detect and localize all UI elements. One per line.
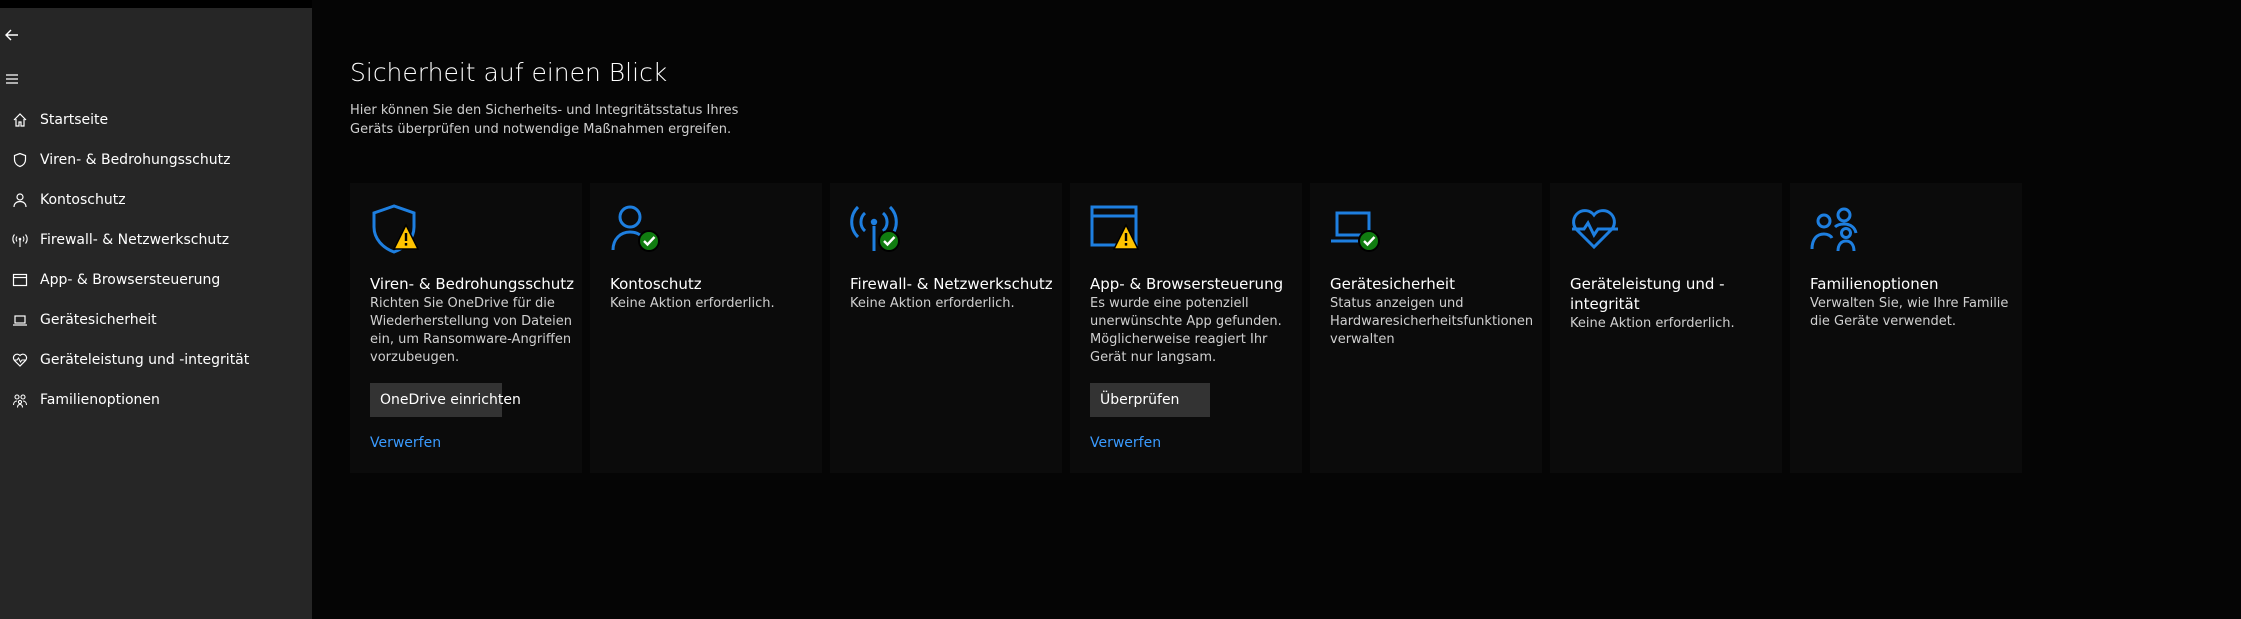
card-title: Gerätesicherheit	[1330, 275, 1455, 293]
sidebar-item-startseite[interactable]: Startseite	[0, 100, 312, 140]
card-title: Kontoschutz	[610, 275, 702, 293]
antenna-check-icon	[850, 205, 900, 252]
card-title: Geräteleistung und -integrität	[1570, 275, 1725, 313]
shield-icon	[0, 140, 40, 180]
sidebar-item-viren[interactable]: Viren- & Bedrohungsschutz	[0, 140, 312, 180]
app-window-icon	[0, 260, 40, 300]
ueberpruefen-button[interactable]: Überprüfen	[1090, 383, 1210, 417]
hamburger-icon	[6, 74, 18, 84]
card-text: Es wurde eine potenziell unerwünschte Ap…	[1090, 296, 1282, 365]
card-app-browsersteuerung: App- & Browsersteuerung Es wurde eine po…	[1070, 183, 1302, 473]
sidebar-item-label: Startseite	[40, 112, 109, 128]
card-viren-bedrohungsschutz: Viren- & Bedrohungsschutz Richten Sie On…	[350, 183, 582, 473]
sidebar-item-label: Gerätesicherheit	[40, 312, 157, 328]
sidebar-item-label: Familienoptionen	[40, 392, 160, 408]
sidebar-item-kontoschutz[interactable]: Kontoschutz	[0, 180, 312, 220]
card-title: App- & Browsersteuerung	[1090, 275, 1284, 293]
sidebar-item-label: Viren- & Bedrohungsschutz	[40, 152, 231, 168]
arrow-left-icon	[5, 29, 18, 41]
sidebar: Startseite Viren- & Bedrohungsschutz Kon…	[0, 8, 312, 619]
card-title: Firewall- & Netzwerkschutz	[850, 275, 1053, 293]
sidebar-item-firewall[interactable]: Firewall- & Netzwerkschutz	[0, 220, 312, 260]
shield-warning-icon	[372, 204, 420, 254]
home-icon	[0, 100, 40, 140]
verwerfen-link[interactable]: Verwerfen	[370, 435, 441, 451]
card-firewall-netzwerkschutz: Firewall- & Netzwerkschutz Keine Aktion …	[830, 183, 1062, 473]
sidebar-item-label: Firewall- & Netzwerkschutz	[40, 232, 230, 248]
sidebar-item-geraeteleistung[interactable]: Geräteleistung und -integrität	[0, 340, 312, 380]
page-description: Hier können Sie den Sicherheits- und Int…	[350, 103, 739, 137]
title-bar-strip	[0, 0, 312, 8]
card-text: Keine Aktion erforderlich.	[1570, 316, 1735, 331]
laptop-check-icon	[1331, 211, 1380, 252]
card-text: Verwalten Sie, wie Ihre Familie die Gerä…	[1810, 296, 2009, 329]
heart-pulse-icon	[1572, 209, 1618, 250]
person-check-icon	[611, 205, 660, 252]
sidebar-item-app-browser[interactable]: App- & Browsersteuerung	[0, 260, 312, 300]
laptop-icon	[0, 300, 40, 340]
antenna-icon	[0, 220, 40, 260]
main-content: Sicherheit auf einen Blick Hier können S…	[312, 0, 2241, 619]
verwerfen-link[interactable]: Verwerfen	[1090, 435, 1161, 451]
card-kontoschutz: Kontoschutz Keine Aktion erforderlich.	[590, 183, 822, 473]
card-text: Keine Aktion erforderlich.	[610, 296, 775, 311]
heart-pulse-icon	[0, 340, 40, 380]
sidebar-item-label: Geräteleistung und -integrität	[40, 352, 250, 368]
page-title: Sicherheit auf einen Blick	[350, 58, 668, 87]
back-button[interactable]	[0, 23, 24, 47]
sidebar-item-geraetesicherheit[interactable]: Gerätesicherheit	[0, 300, 312, 340]
sidebar-item-familienoptionen[interactable]: Familienoptionen	[0, 380, 312, 420]
family-icon	[0, 380, 40, 420]
person-icon	[0, 180, 40, 220]
sidebar-item-label: App- & Browsersteuerung	[40, 272, 221, 288]
card-familienoptionen: Familienoptionen Verwalten Sie, wie Ihre…	[1790, 183, 2022, 473]
menu-button[interactable]	[0, 67, 24, 91]
app-window-warning-icon	[1090, 205, 1140, 250]
onedrive-einrichten-button[interactable]: OneDrive einrichten	[370, 383, 521, 417]
family-icon	[1810, 207, 1858, 252]
sidebar-item-label: Kontoschutz	[40, 192, 126, 208]
card-text: Richten Sie OneDrive für die Wiederherst…	[370, 296, 573, 365]
card-geraeteleistung: Geräteleistung und -integrität Keine Akt…	[1550, 183, 1782, 473]
card-text: Keine Aktion erforderlich.	[850, 296, 1015, 311]
card-text: Status anzeigen und Hardwaresicherheitsf…	[1330, 296, 1534, 347]
card-title: Familienoptionen	[1810, 275, 1939, 293]
card-geraetesicherheit: Gerätesicherheit Status anzeigen und Har…	[1310, 183, 1542, 473]
card-title: Viren- & Bedrohungsschutz	[370, 275, 575, 293]
